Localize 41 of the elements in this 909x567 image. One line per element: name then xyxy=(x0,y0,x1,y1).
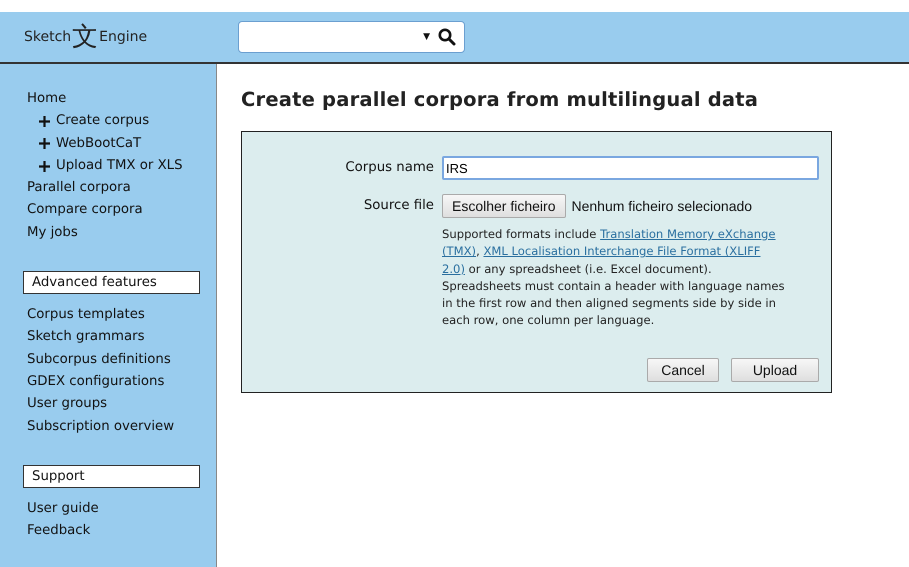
sidebar-link[interactable]: Home xyxy=(27,88,200,110)
format-link[interactable]: (TMX) xyxy=(442,244,476,258)
sidebar-link[interactable]: Create corpus xyxy=(56,110,150,133)
field-label: Corpus name xyxy=(344,159,434,177)
plus-icon xyxy=(39,116,50,127)
help-text: each row, one column per language. xyxy=(442,312,656,330)
sidebar-link[interactable]: Parallel corpora xyxy=(27,177,200,200)
sidebar-link[interactable]: Sketch grammars xyxy=(27,326,200,349)
format-link[interactable]: 2.0) xyxy=(442,262,465,276)
cancel-button[interactable]: Cancel xyxy=(647,358,719,382)
file-status: Nenhum ficheiro selecionado xyxy=(572,198,752,214)
sidebar-link[interactable]: GDEX configurations xyxy=(27,370,200,394)
upload-button[interactable]: Upload xyxy=(731,358,819,382)
sidebar-heading: Support xyxy=(23,464,200,488)
page-title: Create parallel corpora from multilingual data xyxy=(241,88,760,111)
sidebar-link[interactable]: WebBootCaT xyxy=(56,132,142,155)
help-text: 2.0) or any spreadsheet (i.e. Excel document). xyxy=(442,260,713,278)
choose-file-button[interactable]: Escolher ficheiro xyxy=(442,194,566,218)
help-text: (TMX), XML Localisation Interchange File Format (XLIFF xyxy=(442,243,762,260)
field-label: Source file xyxy=(362,197,434,215)
help-text: in the first row and then aligned segments side by side in xyxy=(442,295,777,312)
sidebar-link[interactable]: Subscription overview xyxy=(27,416,200,438)
sidebar-link[interactable]: My jobs xyxy=(27,222,200,244)
dropdown-caret[interactable]: ▼ xyxy=(423,32,430,42)
help-text: Supported formats include Translation Memory eXchange xyxy=(442,226,777,243)
sidebar-link[interactable]: Feedback xyxy=(27,520,200,542)
search-field[interactable]: ▼ xyxy=(238,21,465,53)
corpus-name-field[interactable]: IRS xyxy=(442,156,819,180)
format-link[interactable]: Translation Memory eXchange xyxy=(600,227,776,241)
search-icon[interactable] xyxy=(438,28,456,46)
sidebar-link[interactable]: Corpus templates xyxy=(27,304,200,326)
format-link[interactable]: XML Localisation Interchange File Format (XLIFF xyxy=(483,244,760,258)
sidebar-link[interactable]: Compare corpora xyxy=(27,199,200,222)
help-text: Spreadsheets must contain a header with language names xyxy=(442,278,786,295)
sidebar-link[interactable]: User groups xyxy=(27,393,200,416)
plus-icon xyxy=(39,138,50,150)
plus-icon xyxy=(39,160,50,172)
sidebar-link[interactable]: Subcorpus definitions xyxy=(27,348,200,371)
sidebar-link[interactable]: Upload TMX or XLS xyxy=(56,154,183,178)
sidebar-link[interactable]: User guide xyxy=(27,498,200,520)
sidebar-heading: Advanced features xyxy=(23,271,200,294)
